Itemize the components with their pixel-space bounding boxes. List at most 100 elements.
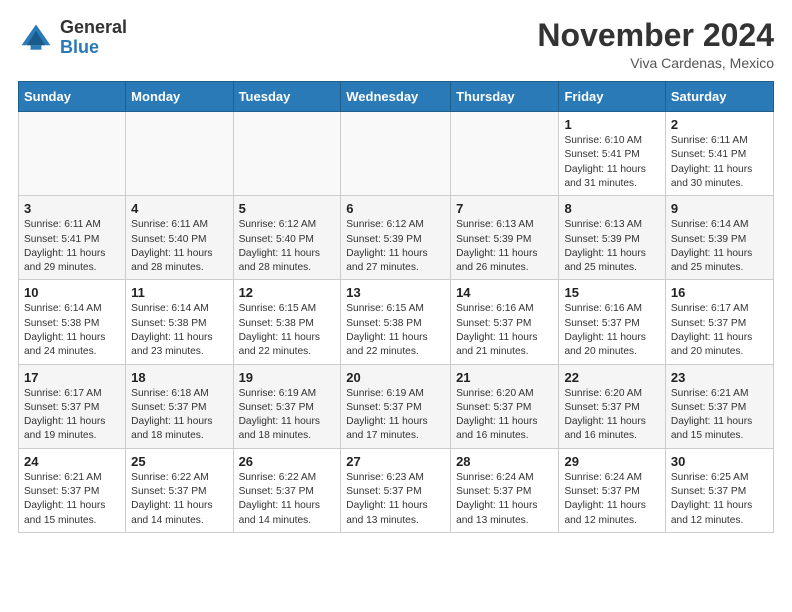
day-cell: 5 Sunrise: 6:12 AM Sunset: 5:40 PM Daylig… (233, 196, 341, 280)
week-row-5: 24 Sunrise: 6:21 AM Sunset: 5:37 PM Dayli… (19, 448, 774, 532)
day-info: Sunrise: 6:24 AM Sunset: 5:37 PM Dayligh… (564, 471, 659, 528)
day-info: Sunrise: 6:15 AM Sunset: 5:38 PM Dayligh… (239, 302, 336, 359)
day-cell (126, 112, 233, 196)
day-number: 14 (456, 285, 553, 300)
day-info: Sunrise: 6:12 AM Sunset: 5:40 PM Dayligh… (239, 218, 336, 275)
day-info: Sunrise: 6:19 AM Sunset: 5:37 PM Dayligh… (239, 387, 336, 444)
day-info: Sunrise: 6:15 AM Sunset: 5:38 PM Dayligh… (346, 302, 445, 359)
day-number: 9 (671, 201, 768, 216)
logo-blue: Blue (60, 38, 127, 58)
logo-icon (18, 20, 54, 56)
day-cell: 26 Sunrise: 6:22 AM Sunset: 5:37 PM Dayli… (233, 448, 341, 532)
day-cell: 30 Sunrise: 6:25 AM Sunset: 5:37 PM Dayli… (665, 448, 773, 532)
calendar: SundayMondayTuesdayWednesdayThursdayFrid… (18, 81, 774, 533)
day-info: Sunrise: 6:22 AM Sunset: 5:37 PM Dayligh… (239, 471, 336, 528)
week-row-1: 1 Sunrise: 6:10 AM Sunset: 5:41 PM Daylig… (19, 112, 774, 196)
day-cell: 16 Sunrise: 6:17 AM Sunset: 5:37 PM Dayli… (665, 280, 773, 364)
day-info: Sunrise: 6:14 AM Sunset: 5:38 PM Dayligh… (131, 302, 227, 359)
day-info: Sunrise: 6:19 AM Sunset: 5:37 PM Dayligh… (346, 387, 445, 444)
day-number: 4 (131, 201, 227, 216)
day-number: 10 (24, 285, 120, 300)
col-header-thursday: Thursday (451, 82, 559, 112)
day-cell: 3Sunrise: 6:11 AM Sunset: 5:41 PM Daylig… (19, 196, 126, 280)
day-number: 15 (564, 285, 659, 300)
day-cell: 2 Sunrise: 6:11 AM Sunset: 5:41 PM Daylig… (665, 112, 773, 196)
day-cell: 24 Sunrise: 6:21 AM Sunset: 5:37 PM Dayli… (19, 448, 126, 532)
day-info: Sunrise: 6:11 AM Sunset: 5:41 PM Dayligh… (671, 134, 768, 191)
day-cell: 10 Sunrise: 6:14 AM Sunset: 5:38 PM Dayli… (19, 280, 126, 364)
week-row-4: 17 Sunrise: 6:17 AM Sunset: 5:37 PM Dayli… (19, 364, 774, 448)
day-number: 12 (239, 285, 336, 300)
day-info: Sunrise: 6:17 AM Sunset: 5:37 PM Dayligh… (24, 387, 120, 444)
day-number: 20 (346, 370, 445, 385)
day-cell: 1 Sunrise: 6:10 AM Sunset: 5:41 PM Daylig… (559, 112, 665, 196)
day-info: Sunrise: 6:14 AM Sunset: 5:38 PM Dayligh… (24, 302, 120, 359)
day-number: 30 (671, 454, 768, 469)
title-block: November 2024 Viva Cardenas, Mexico (537, 18, 774, 71)
day-number: 7 (456, 201, 553, 216)
day-number: 25 (131, 454, 227, 469)
day-number: 2 (671, 117, 768, 132)
page: General Blue November 2024 Viva Cardenas… (0, 0, 792, 545)
week-row-3: 10 Sunrise: 6:14 AM Sunset: 5:38 PM Dayli… (19, 280, 774, 364)
header: General Blue November 2024 Viva Cardenas… (18, 18, 774, 71)
day-number: 1 (564, 117, 659, 132)
day-cell: 15 Sunrise: 6:16 AM Sunset: 5:37 PM Dayli… (559, 280, 665, 364)
day-cell: 14Sunrise: 6:16 AM Sunset: 5:37 PM Dayli… (451, 280, 559, 364)
day-info: Sunrise: 6:21 AM Sunset: 5:37 PM Dayligh… (671, 387, 768, 444)
day-number: 17 (24, 370, 120, 385)
day-info: Sunrise: 6:24 AM Sunset: 5:37 PM Dayligh… (456, 471, 553, 528)
day-info: Sunrise: 6:18 AM Sunset: 5:37 PM Dayligh… (131, 387, 227, 444)
day-number: 28 (456, 454, 553, 469)
logo-general: General (60, 18, 127, 38)
day-info: Sunrise: 6:16 AM Sunset: 5:37 PM Dayligh… (564, 302, 659, 359)
day-number: 21 (456, 370, 553, 385)
day-number: 29 (564, 454, 659, 469)
day-cell: 27Sunrise: 6:23 AM Sunset: 5:37 PM Dayli… (341, 448, 451, 532)
day-number: 26 (239, 454, 336, 469)
day-cell: 29 Sunrise: 6:24 AM Sunset: 5:37 PM Dayli… (559, 448, 665, 532)
col-header-wednesday: Wednesday (341, 82, 451, 112)
day-cell: 12 Sunrise: 6:15 AM Sunset: 5:38 PM Dayli… (233, 280, 341, 364)
day-cell (19, 112, 126, 196)
logo-text: General Blue (60, 18, 127, 58)
page-subtitle: Viva Cardenas, Mexico (537, 55, 774, 71)
day-number: 23 (671, 370, 768, 385)
logo: General Blue (18, 18, 127, 58)
day-info: Sunrise: 6:17 AM Sunset: 5:37 PM Dayligh… (671, 302, 768, 359)
day-info: Sunrise: 6:14 AM Sunset: 5:39 PM Dayligh… (671, 218, 768, 275)
day-cell (451, 112, 559, 196)
day-cell: 19 Sunrise: 6:19 AM Sunset: 5:37 PM Dayli… (233, 364, 341, 448)
day-cell: 22Sunrise: 6:20 AM Sunset: 5:37 PM Dayli… (559, 364, 665, 448)
day-number: 16 (671, 285, 768, 300)
day-number: 11 (131, 285, 227, 300)
day-cell: 25 Sunrise: 6:22 AM Sunset: 5:37 PM Dayli… (126, 448, 233, 532)
day-cell (233, 112, 341, 196)
day-info: Sunrise: 6:10 AM Sunset: 5:41 PM Dayligh… (564, 134, 659, 191)
day-info: Sunrise: 6:13 AM Sunset: 5:39 PM Dayligh… (564, 218, 659, 275)
day-number: 18 (131, 370, 227, 385)
day-info: Sunrise: 6:20 AM Sunset: 5:37 PM Dayligh… (456, 387, 553, 444)
day-info: Sunrise: 6:20 AM Sunset: 5:37 PM Dayligh… (564, 387, 659, 444)
day-info: Sunrise: 6:21 AM Sunset: 5:37 PM Dayligh… (24, 471, 120, 528)
day-info: Sunrise: 6:25 AM Sunset: 5:37 PM Dayligh… (671, 471, 768, 528)
day-cell: 13 Sunrise: 6:15 AM Sunset: 5:38 PM Dayli… (341, 280, 451, 364)
day-info: Sunrise: 6:23 AM Sunset: 5:37 PM Dayligh… (346, 471, 445, 528)
day-number: 24 (24, 454, 120, 469)
day-number: 3 (24, 201, 120, 216)
day-info: Sunrise: 6:13 AM Sunset: 5:39 PM Dayligh… (456, 218, 553, 275)
page-title: November 2024 (537, 18, 774, 53)
day-cell: 11 Sunrise: 6:14 AM Sunset: 5:38 PM Dayli… (126, 280, 233, 364)
day-cell: 20 Sunrise: 6:19 AM Sunset: 5:37 PM Dayli… (341, 364, 451, 448)
day-cell: 7 Sunrise: 6:13 AM Sunset: 5:39 PM Daylig… (451, 196, 559, 280)
day-cell: 6 Sunrise: 6:12 AM Sunset: 5:39 PM Daylig… (341, 196, 451, 280)
day-cell (341, 112, 451, 196)
day-number: 19 (239, 370, 336, 385)
day-number: 6 (346, 201, 445, 216)
day-info: Sunrise: 6:22 AM Sunset: 5:37 PM Dayligh… (131, 471, 227, 528)
day-number: 13 (346, 285, 445, 300)
day-cell: 17 Sunrise: 6:17 AM Sunset: 5:37 PM Dayli… (19, 364, 126, 448)
calendar-header-row: SundayMondayTuesdayWednesdayThursdayFrid… (19, 82, 774, 112)
day-info: Sunrise: 6:12 AM Sunset: 5:39 PM Dayligh… (346, 218, 445, 275)
day-number: 5 (239, 201, 336, 216)
